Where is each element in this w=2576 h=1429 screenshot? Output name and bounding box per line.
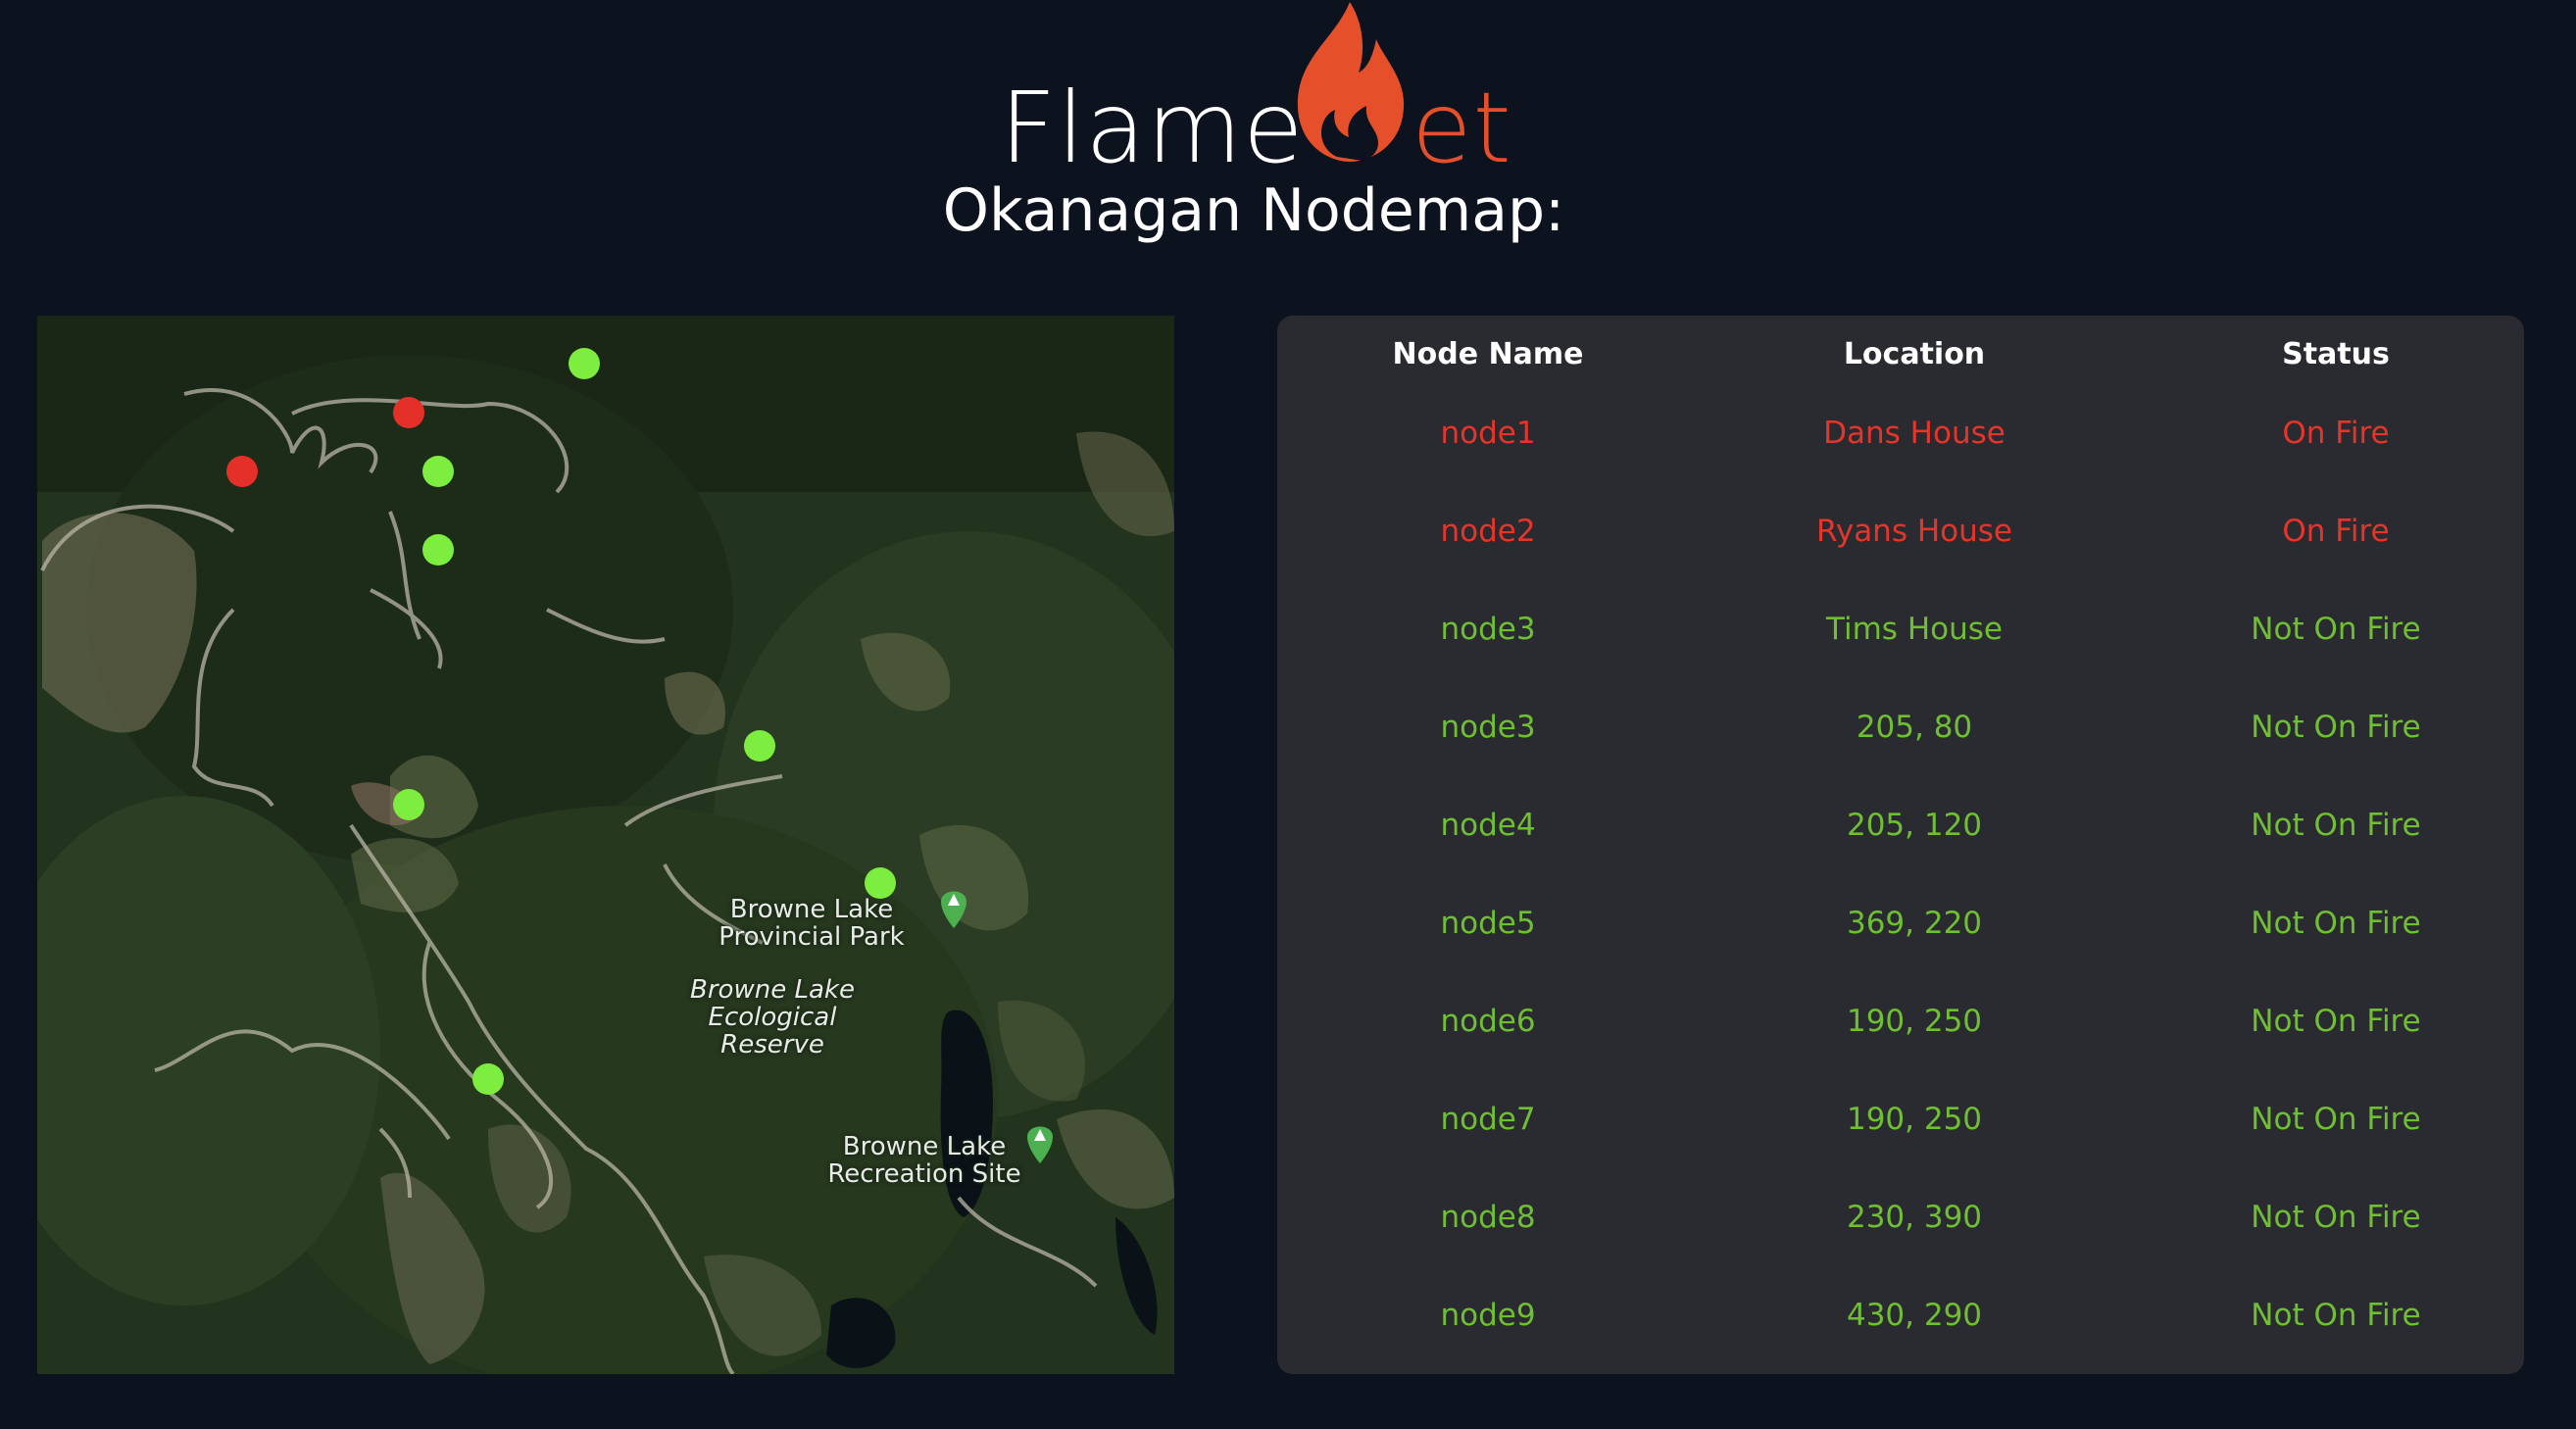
table-row[interactable]: node1 Dans House On Fire <box>1277 404 2524 463</box>
location-cell: 205, 120 <box>1846 808 1983 843</box>
table-row[interactable]: node2 Ryans House On Fire <box>1277 502 2524 561</box>
table-row[interactable]: node6 190, 250 Not On Fire <box>1277 992 2524 1051</box>
node-name-cell: node6 <box>1440 1004 1536 1039</box>
table-row[interactable]: node3 Tims House Not On Fire <box>1277 600 2524 659</box>
logo-text-left: Flame <box>1000 71 1305 185</box>
table-header: Node Name Location Status <box>1277 325 2524 384</box>
map-label-ecological-reserve: Browne Lake Ecological Reserve <box>674 976 870 1059</box>
map-label-recreation-site: Browne Lake Recreation Site <box>812 1133 1037 1188</box>
node-name-cell: node2 <box>1440 514 1536 549</box>
status-cell: Not On Fire <box>2251 1102 2421 1137</box>
node-name-cell: node4 <box>1440 808 1536 843</box>
column-header-status: Status <box>2282 337 2390 371</box>
map-label-line: Recreation Site <box>827 1159 1021 1189</box>
page-title: Okanagan Nodemap: <box>942 176 1565 245</box>
node-marker-ok[interactable] <box>393 789 424 820</box>
node-marker-ok[interactable] <box>865 867 896 899</box>
node-name-cell: node3 <box>1440 612 1536 647</box>
table-row[interactable]: node4 205, 120 Not On Fire <box>1277 796 2524 855</box>
node-marker-ok[interactable] <box>472 1063 504 1095</box>
table-row[interactable]: node5 369, 220 Not On Fire <box>1277 894 2524 953</box>
logo-text-right: et <box>1412 71 1512 185</box>
location-cell: Dans House <box>1823 416 2006 451</box>
node-table: Node Name Location Status node1 Dans Hous… <box>1277 316 2524 1374</box>
node-marker-on-fire[interactable] <box>226 456 258 487</box>
status-cell: On Fire <box>2282 416 2390 451</box>
status-cell: Not On Fire <box>2251 1298 2421 1333</box>
location-cell: 190, 250 <box>1846 1004 1983 1039</box>
node-name-cell: node8 <box>1440 1200 1536 1235</box>
node-name-cell: node1 <box>1440 416 1536 451</box>
column-header-location: Location <box>1843 337 1986 371</box>
map-label-line: Browne Lake <box>842 1132 1007 1161</box>
flame-icon <box>1297 2 1405 162</box>
map-label-line: Ecological <box>708 1003 837 1032</box>
status-cell: Not On Fire <box>2251 808 2421 843</box>
map-label-line: Browne Lake <box>690 975 855 1005</box>
map-label-line: Browne Lake <box>729 895 894 924</box>
table-row[interactable]: node8 230, 390 Not On Fire <box>1277 1188 2524 1247</box>
node-marker-ok[interactable] <box>422 534 454 566</box>
status-cell: On Fire <box>2282 514 2390 549</box>
location-cell: 369, 220 <box>1846 906 1983 941</box>
node-name-cell: node7 <box>1440 1102 1536 1137</box>
status-cell: Not On Fire <box>2251 1004 2421 1039</box>
map-label-provincial-park: Browne Lake Provincial Park <box>704 896 919 951</box>
location-cell: Tims House <box>1826 612 2003 647</box>
node-marker-ok[interactable] <box>422 456 454 487</box>
status-cell: Not On Fire <box>2251 612 2421 647</box>
map-label-line: Provincial Park <box>718 922 905 952</box>
status-cell: Not On Fire <box>2251 1200 2421 1235</box>
status-cell: Not On Fire <box>2251 710 2421 745</box>
location-cell: 230, 390 <box>1846 1200 1983 1235</box>
location-cell: 430, 290 <box>1846 1298 1983 1333</box>
node-marker-ok[interactable] <box>569 348 600 379</box>
map-label-line: Reserve <box>720 1030 824 1059</box>
node-name-cell: node3 <box>1440 710 1536 745</box>
node-map[interactable]: Browne Lake Provincial Park Browne Lake … <box>37 316 1174 1374</box>
location-cell: 190, 250 <box>1846 1102 1983 1137</box>
location-cell: Ryans House <box>1816 514 2012 549</box>
node-name-cell: node9 <box>1440 1298 1536 1333</box>
node-name-cell: node5 <box>1440 906 1536 941</box>
node-marker-ok[interactable] <box>744 730 775 762</box>
location-cell: 205, 80 <box>1856 710 1973 745</box>
status-cell: Not On Fire <box>2251 906 2421 941</box>
table-row[interactable]: node3 205, 80 Not On Fire <box>1277 698 2524 757</box>
table-row[interactable]: node9 430, 290 Not On Fire <box>1277 1286 2524 1345</box>
table-row[interactable]: node7 190, 250 Not On Fire <box>1277 1090 2524 1149</box>
flamenet-logo: Flame et <box>1000 0 1511 185</box>
node-marker-on-fire[interactable] <box>393 397 424 428</box>
column-header-node-name: Node Name <box>1392 337 1584 371</box>
satellite-terrain <box>37 316 1174 1374</box>
